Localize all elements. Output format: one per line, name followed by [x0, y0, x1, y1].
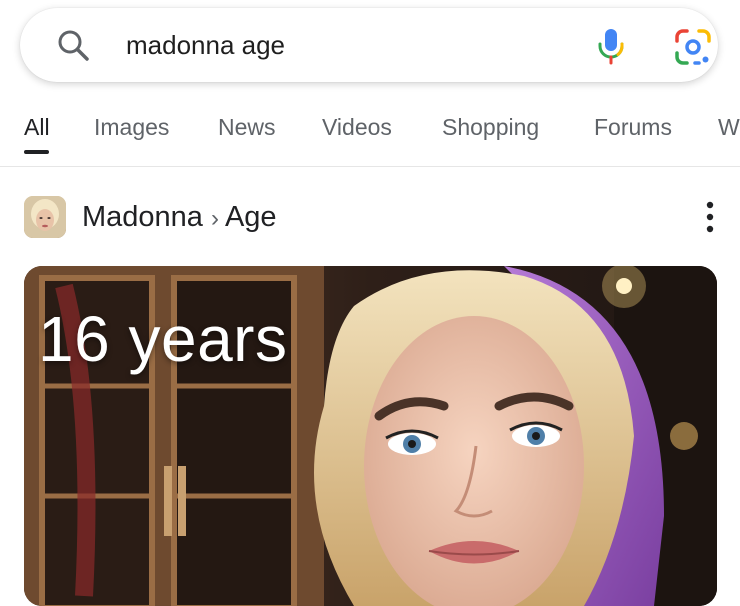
tab-all[interactable]: All	[24, 114, 50, 141]
breadcrumb-attribute: Age	[224, 201, 277, 233]
tab-images[interactable]: Images	[94, 114, 169, 141]
result-image-card[interactable]: 16 years	[24, 266, 717, 606]
search-input[interactable]: madonna age	[126, 27, 285, 63]
breadcrumb-separator: ›	[210, 205, 219, 232]
search-icon	[58, 30, 89, 61]
avatar-portrait	[24, 196, 66, 238]
tab-videos[interactable]: Videos	[322, 114, 392, 141]
search-bar[interactable]: madonna age	[20, 8, 718, 82]
tab-web[interactable]: W	[718, 114, 740, 141]
more-options-icon[interactable]	[700, 196, 720, 238]
mic-icon[interactable]	[594, 26, 628, 66]
google-lens-icon[interactable]	[674, 28, 712, 66]
tab-shopping[interactable]: Shopping	[442, 114, 539, 141]
divider	[0, 166, 740, 167]
age-answer: 16 years	[38, 303, 288, 375]
breadcrumb[interactable]: Madonna › Age	[82, 198, 277, 238]
active-tab-indicator	[24, 150, 49, 154]
search-tabs: All Images News Videos Shopping Forums W	[0, 108, 740, 158]
tab-news[interactable]: News	[218, 114, 276, 141]
avatar[interactable]	[24, 196, 66, 238]
breadcrumb-entity: Madonna	[82, 201, 203, 233]
tab-forums[interactable]: Forums	[594, 114, 672, 141]
